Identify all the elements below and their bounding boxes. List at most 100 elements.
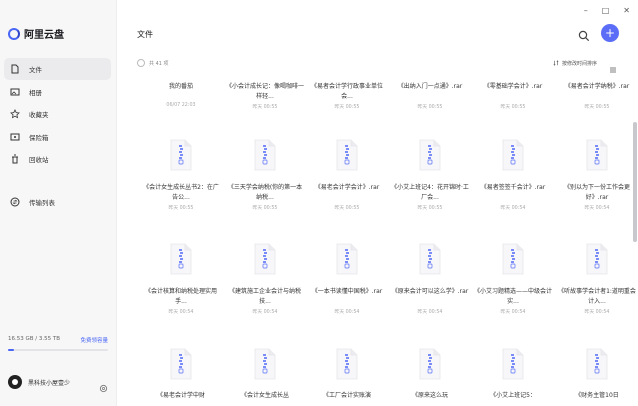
nav-divider bbox=[4, 171, 111, 191]
file-name: 《小会计成长记：像喝咖啡一样轻... bbox=[225, 83, 304, 100]
file-item[interactable]: 《易老会计学会计》.rar 昨天 00:55 bbox=[307, 183, 387, 211]
rar-file-icon[interactable] bbox=[252, 348, 278, 380]
file-name: 《一本书读懂中国税》.rar bbox=[311, 288, 383, 295]
scrollbar[interactable] bbox=[633, 122, 637, 242]
file-name: 《零基础学会计》.rar bbox=[483, 83, 543, 90]
user-name: 黑科技小屋壹少 bbox=[28, 379, 71, 387]
rar-file-icon[interactable] bbox=[168, 243, 194, 275]
file-item[interactable]: 《小艾上班记4：花开锦时·工厂会... 昨天 00:55 bbox=[390, 183, 470, 211]
rar-file-icon[interactable] bbox=[334, 139, 360, 171]
sidebar-item-photos[interactable]: 相册 bbox=[4, 81, 111, 103]
file-name: 《别以为下一份工作会更好》.rar bbox=[563, 184, 630, 201]
rar-file-icon[interactable] bbox=[500, 348, 526, 380]
maximize-button[interactable]: □ bbox=[602, 6, 610, 15]
file-modified-time: 昨天 00:55 bbox=[252, 105, 278, 110]
file-item[interactable]: 《小艾习题精选——中级会计实... 昨天 00:54 bbox=[473, 287, 553, 315]
file-name: 我的番茄 bbox=[168, 83, 193, 90]
file-modified-time: 06/07 22:03 bbox=[166, 103, 196, 108]
file-item[interactable]: 《小会计成长记：像喝咖啡一样轻... 昨天 00:55 bbox=[225, 82, 305, 110]
file-item[interactable]: 《三天学会纳税(你的第一本纳税... 昨天 00:55 bbox=[225, 183, 305, 211]
list-view-icon[interactable] bbox=[609, 59, 617, 73]
file-item[interactable]: 《建筑施工企业会计与纳税技... 昨天 00:54 bbox=[225, 287, 305, 315]
free-capacity-link[interactable]: 免费领容量 bbox=[80, 336, 108, 344]
file-modified-time: 昨天 00:55 bbox=[334, 206, 360, 211]
file-item[interactable]: 《会计女生成长丛 bbox=[225, 391, 305, 406]
file-modified-time: 昨天 00:55 bbox=[584, 105, 610, 110]
sidebar-item-favorites[interactable]: 收藏夹 bbox=[4, 103, 111, 125]
rar-file-icon[interactable] bbox=[252, 139, 278, 171]
rar-file-icon[interactable] bbox=[584, 348, 610, 380]
file-item[interactable]: 《小艾上班记5： bbox=[473, 391, 553, 406]
close-button[interactable]: ✕ bbox=[623, 6, 630, 15]
brand-name: 阿里云盘 bbox=[24, 30, 64, 41]
sort-button[interactable]: 按修改时间排序 bbox=[553, 60, 597, 67]
file-item[interactable]: 《别以为下一份工作会更好》.rar 昨天 00:54 bbox=[557, 183, 637, 211]
file-item[interactable]: 《听故事学会计者1:道明重会计入... 昨天 00:54 bbox=[557, 287, 637, 315]
storage-bar-fill bbox=[8, 349, 14, 351]
file-name: 《小艾上班记5： bbox=[490, 392, 536, 399]
sidebar-item-label: 相册 bbox=[29, 88, 42, 97]
rar-file-icon[interactable] bbox=[168, 139, 194, 171]
add-button[interactable]: + bbox=[601, 24, 619, 42]
rar-file-icon[interactable] bbox=[584, 139, 610, 171]
file-item[interactable]: 《原来会计可以这么学》.rar 昨天 00:54 bbox=[390, 287, 470, 315]
rar-file-icon[interactable] bbox=[334, 243, 360, 275]
rar-file-icon[interactable] bbox=[334, 348, 360, 380]
rar-file-icon[interactable] bbox=[417, 243, 443, 275]
file-name: 《小艾上班记4：花开锦时·工厂会... bbox=[391, 184, 469, 201]
user-profile[interactable]: 黑科技小屋壹少 bbox=[8, 375, 108, 392]
file-item[interactable]: 《财务主管10日 bbox=[557, 391, 637, 406]
sidebar: 阿里云盘 文件 相册 收藏夹 保险箱 回收站 传输列表 16.53 GB / 3… bbox=[0, 0, 117, 406]
transfer-icon bbox=[10, 197, 20, 207]
file-item[interactable]: 《会计女生成长丛书2：在广告公... 昨天 00:55 bbox=[141, 183, 221, 211]
file-modified-time: 昨天 00:55 bbox=[252, 206, 278, 211]
file-item[interactable]: 《原来这么玩 bbox=[390, 391, 470, 406]
file-item[interactable]: 《易者会计学行政事业单位会... 昨天 00:55 bbox=[307, 82, 387, 110]
search-icon[interactable] bbox=[578, 27, 590, 42]
file-name: 《易者会计学纳税》.rar bbox=[564, 83, 630, 90]
settings-gear-icon[interactable] bbox=[99, 378, 108, 392]
sort-icon bbox=[553, 60, 559, 66]
sidebar-item-label: 传输列表 bbox=[29, 198, 55, 207]
aliyun-logo-icon bbox=[8, 27, 20, 40]
file-item[interactable]: 《易者签签千会计》.rar 昨天 00:54 bbox=[473, 183, 553, 211]
file-item[interactable]: 《易者会计学纳税》.rar 昨天 00:55 bbox=[557, 82, 637, 110]
select-all-checkbox[interactable] bbox=[137, 59, 145, 67]
minimize-button[interactable]: – bbox=[584, 6, 588, 15]
file-name: 《易者签签千会计》.rar bbox=[480, 184, 546, 191]
sidebar-item-safe[interactable]: 保险箱 bbox=[4, 126, 111, 148]
file-name: 《会计女生成长丛 bbox=[240, 392, 289, 399]
rar-file-icon[interactable] bbox=[500, 139, 526, 171]
star-icon bbox=[10, 109, 20, 119]
file-item[interactable]: 《易老会计学中财 bbox=[141, 391, 221, 406]
item-count: 共 41 项 bbox=[149, 60, 169, 67]
rar-file-icon[interactable] bbox=[584, 243, 610, 275]
file-item[interactable]: 《出纳入门一点通》.rar 昨天 00:55 bbox=[390, 82, 470, 110]
file-name: 《易者会计学行政事业单位会... bbox=[310, 83, 383, 100]
storage-used: 16.53 GB / 3.55 TB bbox=[8, 336, 61, 342]
folder-item[interactable]: 我的番茄 06/07 22:03 bbox=[141, 82, 221, 108]
photo-icon bbox=[10, 87, 20, 97]
file-modified-time: 昨天 00:55 bbox=[168, 206, 194, 211]
sidebar-nav: 文件 相册 收藏夹 保险箱 回收站 传输列表 bbox=[4, 58, 111, 213]
file-modified-time: 昨天 00:54 bbox=[334, 310, 360, 315]
avatar[interactable] bbox=[8, 375, 22, 389]
file-item[interactable]: 《零基础学会计》.rar 昨天 00:55 bbox=[473, 82, 553, 110]
rar-file-icon[interactable] bbox=[500, 243, 526, 275]
sidebar-item-files[interactable]: 文件 bbox=[4, 58, 111, 80]
rar-file-icon[interactable] bbox=[168, 348, 194, 380]
file-item[interactable]: 《工厂会计实账演 bbox=[307, 391, 387, 406]
sidebar-item-trash[interactable]: 回收站 bbox=[4, 148, 111, 170]
sort-label: 按修改时间排序 bbox=[561, 60, 597, 67]
file-modified-time: 昨天 00:54 bbox=[584, 206, 610, 211]
file-item[interactable]: 《一本书读懂中国税》.rar 昨天 00:54 bbox=[307, 287, 387, 315]
file-modified-time: 昨天 00:54 bbox=[417, 310, 443, 315]
rar-file-icon[interactable] bbox=[417, 348, 443, 380]
rar-file-icon[interactable] bbox=[252, 243, 278, 275]
rar-file-icon[interactable] bbox=[417, 139, 443, 171]
sidebar-item-transfer[interactable]: 传输列表 bbox=[4, 191, 111, 213]
file-item[interactable]: 《会计核算和纳税处理实用手... 昨天 00:54 bbox=[141, 287, 221, 315]
file-toolbar: 共 41 项 按修改时间排序 bbox=[137, 57, 617, 73]
file-modified-time: 昨天 00:55 bbox=[500, 105, 526, 110]
sidebar-item-label: 收藏夹 bbox=[29, 111, 49, 119]
